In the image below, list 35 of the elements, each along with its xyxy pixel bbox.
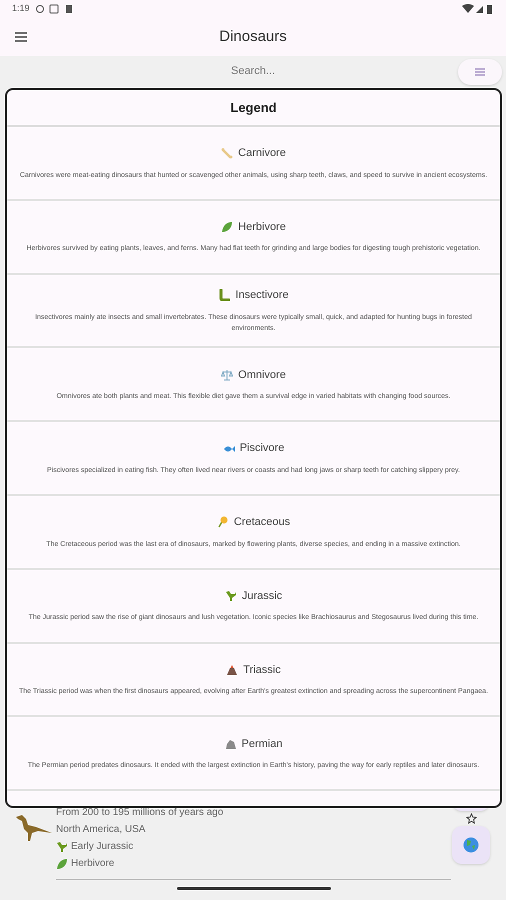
dinosaur-icon: [56, 840, 68, 852]
rock-icon: [224, 738, 237, 750]
legend-entry-title: Permian: [242, 736, 282, 752]
flower-icon: [216, 516, 229, 528]
caterpillar-icon: [218, 289, 230, 302]
dialog-title: Legend: [230, 98, 277, 117]
globe-icon: [463, 837, 479, 853]
legend-entry-title: Piscivore: [240, 441, 284, 456]
menu-icon: [14, 31, 28, 43]
map-button[interactable]: [452, 826, 490, 864]
status-time: 1:19: [12, 2, 30, 16]
legend-entry-title: Cretaceous: [234, 515, 290, 530]
scales-icon: [221, 368, 234, 381]
signal-battery-icon: [462, 4, 494, 14]
dinosaur-detail: North America, USA: [56, 823, 146, 837]
filter-button[interactable]: [458, 59, 502, 85]
filter-icon: [475, 67, 485, 77]
star-icon: [466, 813, 476, 824]
dinosaur-icon: [224, 590, 237, 602]
volcano-icon: [226, 664, 238, 676]
menu-button[interactable]: [14, 31, 28, 43]
bone-icon: [221, 147, 234, 160]
app-title: Dinosaurs: [218, 26, 288, 47]
leaf-icon: [56, 858, 68, 870]
legend-entry-title: Insectivore: [235, 288, 289, 304]
leaf-icon: [221, 221, 234, 234]
dinosaur-detail: From 200 to 195 millions of years ago: [56, 806, 224, 820]
dinosaur-tag: Herbivore: [71, 856, 114, 871]
search-field[interactable]: Search...: [0, 62, 506, 80]
legend-entry-title: Omnivore: [238, 368, 286, 383]
legend-entry-title: Triassic: [243, 662, 281, 678]
legend-entry-title: Carnivore: [238, 146, 286, 162]
legend-entry-title: Jurassic: [242, 588, 282, 604]
dinosaur-tag: Early Jurassic: [71, 839, 134, 854]
legend-entry-title: Herbivore: [238, 220, 286, 235]
